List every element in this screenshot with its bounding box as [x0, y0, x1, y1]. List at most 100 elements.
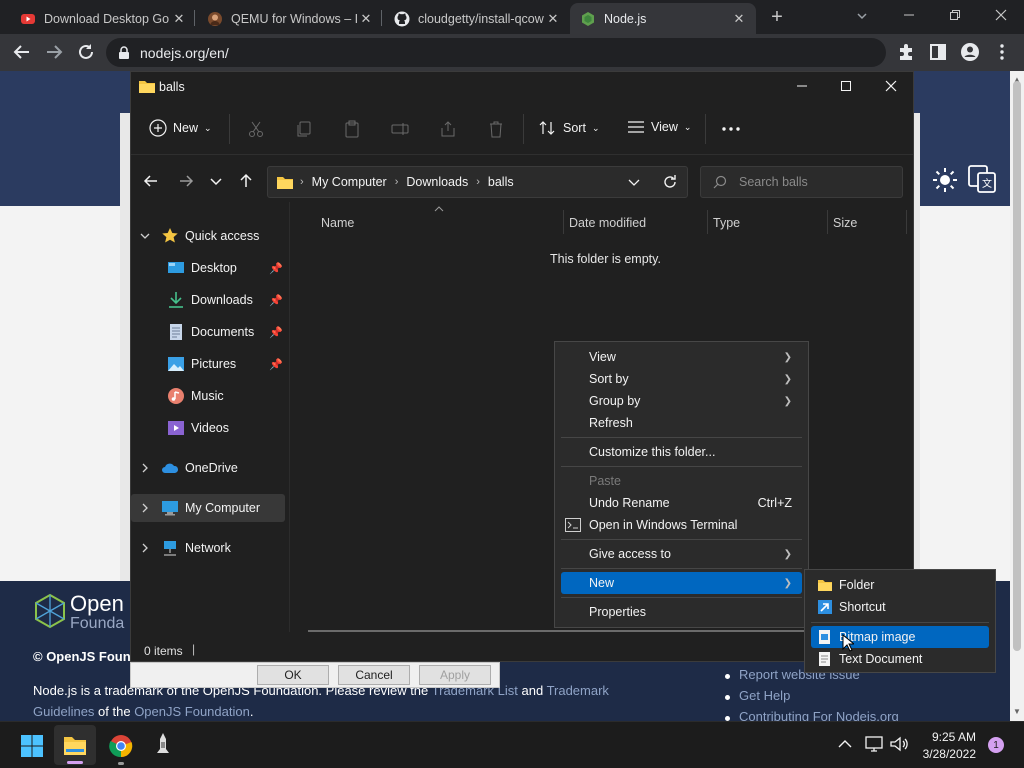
app-icon[interactable]	[154, 732, 172, 758]
minimize-button[interactable]	[779, 72, 825, 100]
translate-icon[interactable]: 文	[968, 165, 996, 193]
network-status-icon[interactable]	[864, 735, 884, 753]
search-input[interactable]: Search balls	[700, 166, 903, 198]
column-type[interactable]: Type	[713, 216, 740, 230]
restore-button[interactable]	[932, 0, 978, 30]
submenu-item-bitmap-image[interactable]: Bitmap image	[811, 626, 989, 648]
extensions-icon[interactable]	[896, 42, 916, 62]
side-panel-icon[interactable]	[928, 42, 948, 62]
submenu-item-folder[interactable]: Folder	[811, 574, 989, 596]
browser-tab[interactable]: Download Desktop Go ✕	[10, 3, 196, 34]
horizontal-scrollbar[interactable]	[308, 630, 808, 632]
paste-icon[interactable]	[343, 120, 361, 138]
tab-close-icon[interactable]: ✕	[359, 11, 373, 27]
recent-locations-icon[interactable]	[209, 173, 223, 189]
scrollbar-thumb[interactable]	[1013, 81, 1021, 651]
explorer-address-row: › My Computer › Downloads › balls Search…	[131, 164, 913, 200]
nav-network[interactable]: Network	[131, 534, 287, 562]
pin-icon[interactable]: 📌	[269, 262, 283, 275]
forward-icon[interactable]	[44, 42, 64, 62]
reload-icon[interactable]	[76, 42, 96, 62]
submenu-item-text-document[interactable]: Text Document	[811, 648, 989, 670]
nav-quick-access[interactable]: Quick access	[131, 222, 287, 250]
submenu-item-shortcut[interactable]: Shortcut	[811, 596, 989, 618]
up-icon[interactable]	[238, 173, 254, 189]
get-help-link[interactable]: Get Help	[739, 688, 790, 703]
more-options-icon[interactable]	[721, 126, 741, 132]
theme-toggle-icon[interactable]	[932, 167, 958, 193]
column-date-modified[interactable]: Date modified	[569, 216, 646, 230]
trademark-link[interactable]: Trademark	[547, 683, 609, 698]
pin-icon[interactable]: 📌	[269, 294, 283, 307]
pin-icon[interactable]: 📌	[269, 326, 283, 339]
tab-close-icon[interactable]: ✕	[546, 11, 560, 27]
nav-my-computer[interactable]: My Computer	[131, 494, 285, 522]
profile-icon[interactable]	[960, 42, 980, 62]
browser-tab[interactable]: QEMU for Windows – I ✕	[197, 3, 383, 34]
nav-documents[interactable]: Documents 📌	[131, 318, 287, 346]
tab-close-icon[interactable]: ✕	[172, 11, 186, 27]
menu-item-view[interactable]: View ❯	[561, 346, 802, 368]
maximize-button[interactable]	[823, 72, 869, 100]
menu-item-give-access[interactable]: Give access to ❯	[561, 543, 802, 565]
breadcrumb-my-computer[interactable]: My Computer	[312, 175, 387, 189]
cancel-button[interactable]: Cancel	[338, 665, 410, 685]
refresh-icon[interactable]	[662, 174, 678, 190]
scroll-down-icon[interactable]: ▼	[1013, 707, 1021, 716]
menu-item-refresh[interactable]: Refresh	[561, 412, 802, 434]
nav-onedrive[interactable]: OneDrive	[131, 454, 287, 482]
back-icon[interactable]	[143, 173, 159, 189]
menu-item-open-terminal[interactable]: Open in Windows Terminal	[561, 514, 802, 536]
menu-item-customize-folder[interactable]: Customize this folder...	[561, 441, 802, 463]
tab-search-icon[interactable]	[852, 6, 872, 26]
copy-icon[interactable]	[295, 120, 313, 138]
rename-icon[interactable]	[391, 120, 409, 138]
pin-icon[interactable]: 📌	[269, 358, 283, 371]
minimize-button[interactable]	[886, 0, 932, 30]
address-bar[interactable]: nodejs.org/en/	[106, 38, 886, 67]
breadcrumb-balls[interactable]: balls	[488, 175, 514, 189]
show-hidden-icons-icon[interactable]	[837, 736, 853, 752]
menu-item-new[interactable]: New ❯	[561, 572, 802, 594]
notification-badge[interactable]: 1	[988, 737, 1004, 753]
new-button[interactable]: New ⌄	[149, 119, 212, 137]
ok-button[interactable]: OK	[257, 665, 329, 685]
nav-downloads[interactable]: Downloads 📌	[131, 286, 287, 314]
sort-button[interactable]: Sort ⌄	[539, 120, 599, 136]
close-button[interactable]	[868, 72, 914, 100]
address-dropdown-icon[interactable]	[628, 176, 640, 188]
breadcrumb-downloads[interactable]: Downloads	[406, 175, 468, 189]
clock-time[interactable]: 9:25 AM	[920, 730, 976, 744]
nav-desktop[interactable]: Desktop 📌	[131, 254, 287, 282]
openjs-foundation-link[interactable]: OpenJS Foundation	[134, 704, 250, 719]
breadcrumb[interactable]: › My Computer › Downloads › balls	[267, 166, 688, 198]
menu-item-properties[interactable]: Properties	[561, 601, 802, 623]
more-menu-icon[interactable]	[992, 42, 1012, 62]
volume-icon[interactable]	[889, 735, 909, 753]
column-size[interactable]: Size	[833, 216, 857, 230]
forward-icon[interactable]	[178, 173, 194, 189]
tab-close-icon[interactable]: ✕	[732, 11, 746, 27]
nav-music[interactable]: Music	[131, 382, 287, 410]
view-button[interactable]: View ⌄	[627, 120, 691, 134]
menu-item-sort-by[interactable]: Sort by ❯	[561, 368, 802, 390]
nav-videos[interactable]: Videos	[131, 414, 287, 442]
chrome-icon[interactable]	[109, 734, 133, 765]
start-button[interactable]	[20, 734, 44, 758]
share-icon[interactable]	[439, 120, 457, 138]
back-icon[interactable]	[12, 42, 32, 62]
column-name[interactable]: Name	[321, 216, 354, 230]
menu-item-group-by[interactable]: Group by ❯	[561, 390, 802, 412]
browser-tab[interactable]: cloudgetty/install-qcow ✕	[384, 3, 570, 34]
cut-icon[interactable]	[247, 120, 265, 138]
new-tab-button[interactable]: +	[766, 6, 788, 28]
close-button[interactable]	[978, 0, 1024, 30]
browser-tab-active[interactable]: Node.js ✕	[570, 3, 756, 34]
nav-pictures[interactable]: Pictures 📌	[131, 350, 287, 378]
menu-item-undo-rename[interactable]: Undo Rename Ctrl+Z	[561, 492, 802, 514]
taskbar-file-explorer[interactable]	[54, 725, 96, 765]
delete-icon[interactable]	[487, 120, 505, 138]
clock-date[interactable]: 3/28/2022	[910, 747, 976, 761]
guidelines-link[interactable]: Guidelines	[33, 704, 94, 719]
page-scrollbar[interactable]: ▲ ▼	[1010, 71, 1024, 721]
